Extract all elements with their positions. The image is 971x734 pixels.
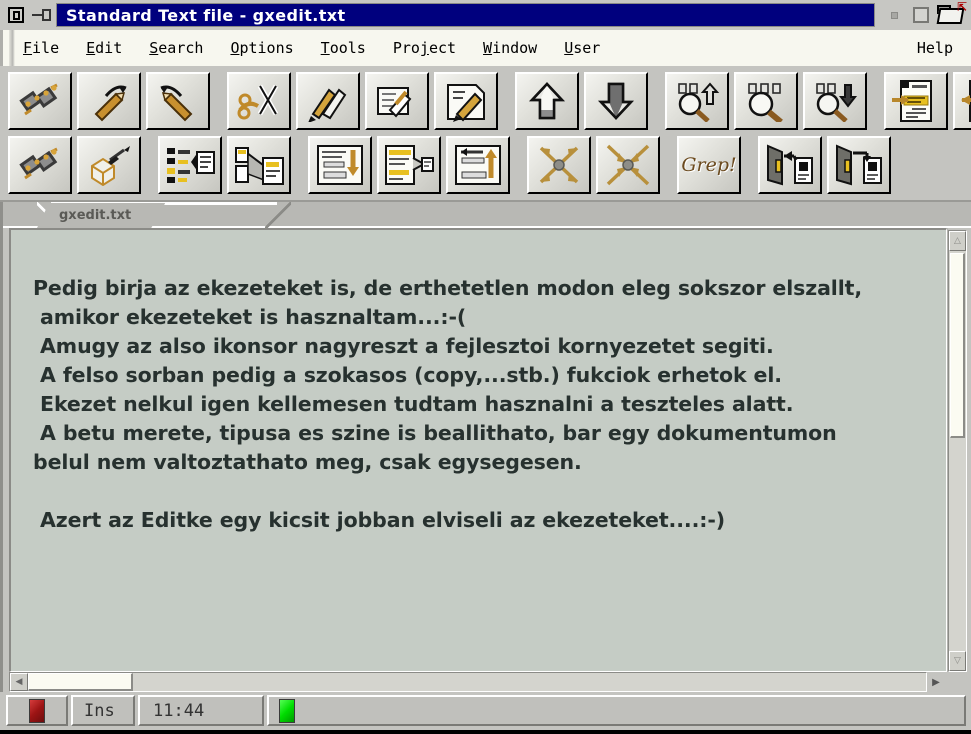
menu-help[interactable]: Help <box>917 39 953 57</box>
expand-arrows-icon[interactable] <box>527 136 591 194</box>
doc-line: A felso sorban pedig a szokasos (copy,..… <box>33 363 782 387</box>
editor-area: gxedit.txt Pedig birja az ekezeteket is,… <box>0 202 971 692</box>
find-up-icon[interactable] <box>665 72 729 130</box>
horizontal-scroll-track[interactable] <box>133 673 926 691</box>
clock-label: 11:44 <box>153 700 205 721</box>
doc-line: Ekezet nelkul igen kellemesen tudtam has… <box>33 392 794 416</box>
find-icon[interactable] <box>734 72 798 130</box>
edit-page-icon[interactable] <box>434 72 498 130</box>
tab-label: gxedit.txt <box>59 208 132 223</box>
menu-project[interactable]: Project <box>393 39 456 57</box>
doc-extract-icon[interactable] <box>377 136 441 194</box>
menu-tools[interactable]: Tools <box>321 39 366 57</box>
grep-label: Grep! <box>681 154 737 176</box>
compile-cube-icon[interactable] <box>77 136 141 194</box>
vertical-scroll-track[interactable] <box>949 251 966 651</box>
menu-edit[interactable]: Edit <box>86 39 122 57</box>
tab-bar: gxedit.txt <box>3 202 971 228</box>
doc-line: belul nem valtoztathato meg, csak egyseg… <box>33 450 582 474</box>
chain-tools-icon[interactable] <box>8 72 72 130</box>
goto-back-icon[interactable] <box>953 72 971 130</box>
doc-line: Azert az Editke egy kicsit jobban elvise… <box>33 508 726 532</box>
chain-tools-icon[interactable] <box>8 136 72 194</box>
doc-expand-icon[interactable] <box>227 136 291 194</box>
doc-merge-icon[interactable] <box>446 136 510 194</box>
window-menu-icon[interactable] <box>4 4 28 26</box>
title-bar: Standard Text file - gxedit.txt ⇱ <box>0 0 971 30</box>
doc-detail-icon[interactable] <box>158 136 222 194</box>
maximize-button[interactable] <box>907 3 935 27</box>
cut-scissors-icon[interactable] <box>227 72 291 130</box>
text-area-row: Pedig birja az ekezeteket is, de erthete… <box>3 228 971 672</box>
menu-user[interactable]: User <box>564 39 600 57</box>
collapse-arrows-icon[interactable] <box>596 136 660 194</box>
modified-indicator <box>6 695 68 726</box>
doc-line <box>33 477 946 506</box>
tab-right-edge <box>265 202 291 228</box>
archive-extract-icon[interactable] <box>758 136 822 194</box>
redo-arrow-icon[interactable] <box>146 72 210 130</box>
archive-store-icon[interactable] <box>827 136 891 194</box>
vertical-scrollbar[interactable]: △ ▽ <box>947 228 971 672</box>
insert-mode-cell[interactable]: Ins <box>71 695 135 726</box>
folder-zoom-icon[interactable]: ⇱ <box>935 1 967 28</box>
grep-button[interactable]: Grep! <box>677 136 741 194</box>
text-editor[interactable]: Pedig birja az ekezeteket is, de erthete… <box>9 228 947 672</box>
menu-window[interactable]: Window <box>483 39 537 57</box>
menu-file[interactable]: File <box>23 39 59 57</box>
toolbar-secondary: Grep! <box>0 133 971 202</box>
doc-line: amikor ekezeteket is hasznaltam...:-( <box>33 305 467 329</box>
window-title: Standard Text file - gxedit.txt <box>66 5 346 25</box>
window-controls: ⇱ <box>875 1 967 28</box>
vertical-scroll-thumb[interactable] <box>950 253 965 438</box>
message-cell <box>267 695 966 726</box>
find-down-icon[interactable] <box>803 72 867 130</box>
horizontal-scroll-thumb[interactable] <box>28 673 133 691</box>
arrow-down-icon[interactable] <box>584 72 648 130</box>
gxedit-window: Standard Text file - gxedit.txt ⇱ File E… <box>0 0 971 734</box>
doc-insert-icon[interactable] <box>308 136 372 194</box>
menu-bar: File Edit Search Options Tools Project W… <box>0 30 971 66</box>
status-led-red <box>29 698 45 723</box>
scroll-left-button[interactable]: ◀ <box>10 673 28 691</box>
menu-search[interactable]: Search <box>149 39 203 57</box>
doc-line: A betu merete, tipusa es szine is bealli… <box>33 421 837 445</box>
clock-cell: 11:44 <box>138 695 264 726</box>
toolbar-primary <box>0 66 971 133</box>
horizontal-scrollbar[interactable]: ◀ ▶ <box>3 672 971 692</box>
pin-icon[interactable] <box>30 4 54 26</box>
scroll-right-button[interactable]: ▶ <box>927 672 945 692</box>
scroll-down-button[interactable]: ▽ <box>949 651 966 671</box>
arrow-up-icon[interactable] <box>515 72 579 130</box>
status-led-green <box>279 698 295 723</box>
undo-arrow-icon[interactable] <box>77 72 141 130</box>
menu-options[interactable]: Options <box>230 39 293 57</box>
tab-gxedit-txt[interactable]: gxedit.txt <box>37 203 165 228</box>
minimize-button[interactable] <box>881 4 907 26</box>
copy-icon[interactable] <box>296 72 360 130</box>
paste-icon[interactable] <box>365 72 429 130</box>
title-strip[interactable]: Standard Text file - gxedit.txt <box>56 3 875 27</box>
status-bar: Ins 11:44 <box>0 692 971 734</box>
scroll-up-button[interactable]: △ <box>949 231 966 251</box>
goto-forward-icon[interactable] <box>884 72 948 130</box>
insert-mode-label: Ins <box>84 700 115 721</box>
doc-line: Amugy az also ikonsor nagyreszt a fejles… <box>33 334 774 358</box>
doc-line: Pedig birja az ekezeteket is, de erthete… <box>33 276 863 300</box>
